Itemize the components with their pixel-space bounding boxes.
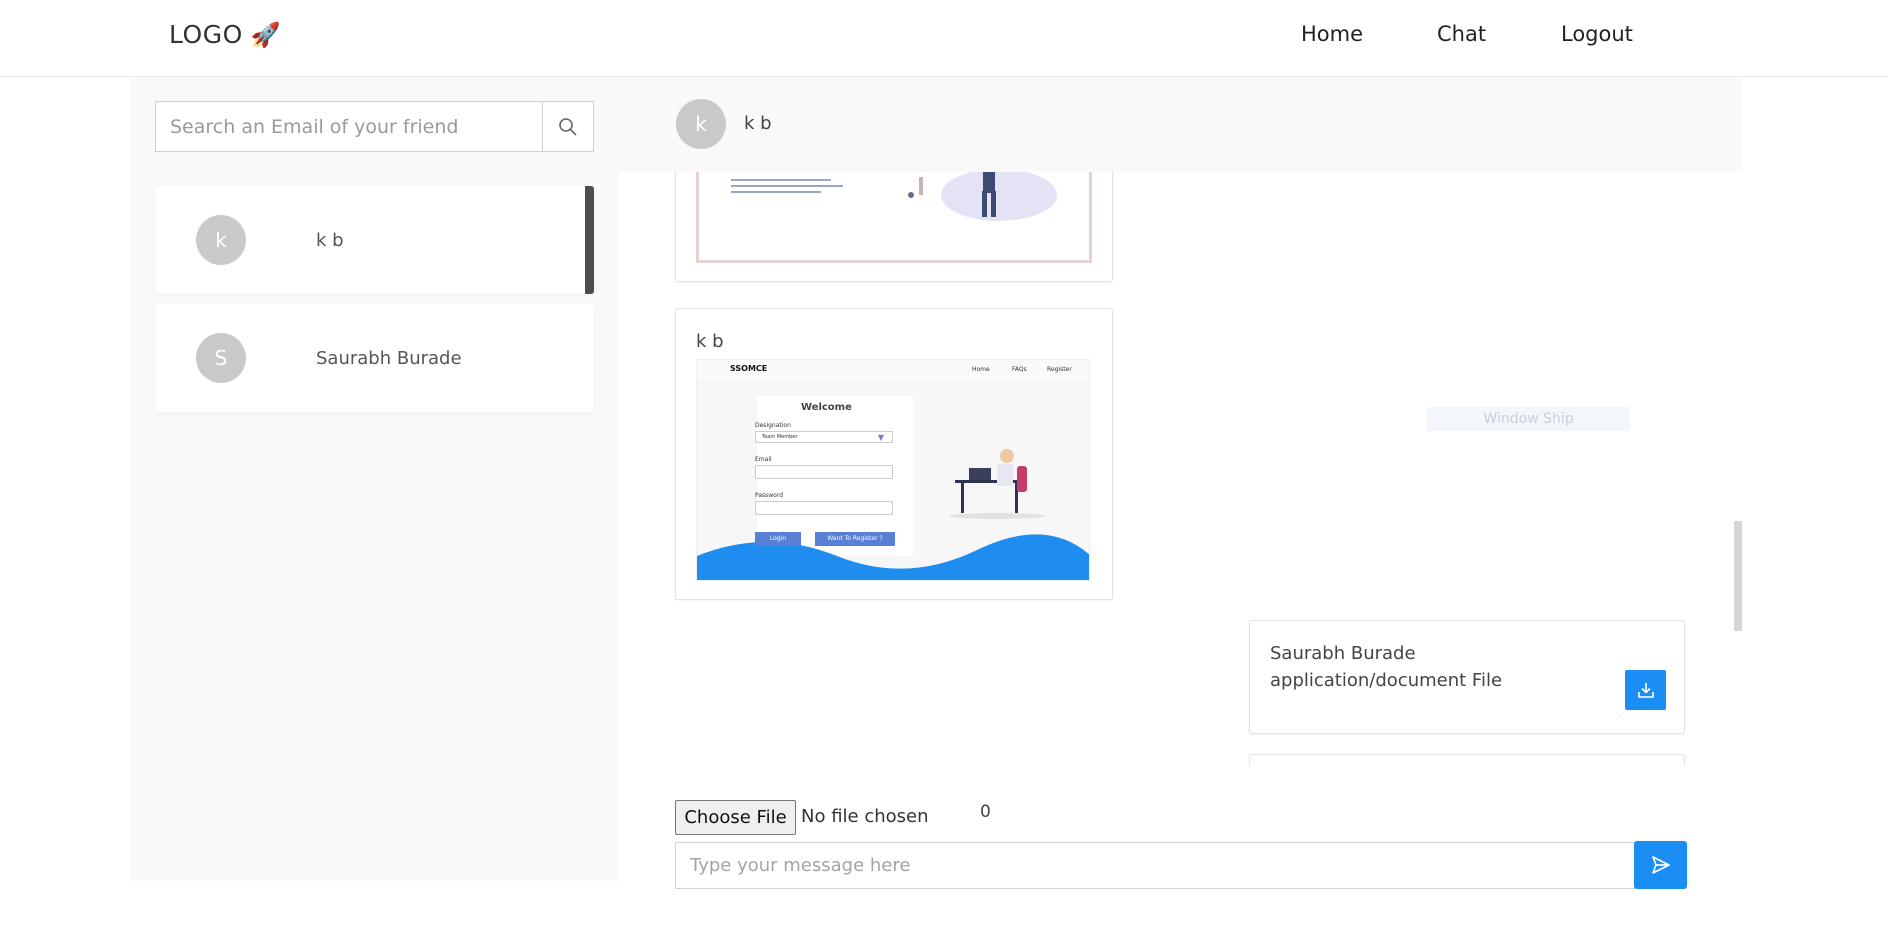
rocket-icon: 🚀 [250, 20, 282, 49]
top-navbar: LOGO 🚀 Home Chat Logout [0, 0, 1888, 77]
preview-register-button: Want To Register ? [815, 532, 895, 546]
logo[interactable]: LOGO 🚀 [169, 20, 281, 49]
contact-item-kb[interactable]: k k b [155, 186, 594, 294]
preview-password-field [755, 501, 893, 515]
file-sender: Saurabh Burade [1270, 643, 1416, 664]
search-input[interactable] [156, 102, 542, 151]
message-card [675, 172, 1113, 282]
preview-login-button: Login [755, 532, 801, 546]
chat-header-name: k b [744, 113, 772, 134]
avatar: S [196, 333, 246, 383]
nav-chat-link[interactable]: Chat [1437, 22, 1486, 46]
chat-header-avatar: k [676, 99, 726, 149]
chat-header: k k b [619, 77, 1742, 172]
messages-area[interactable]: k b SSOMCE Home FAQs Register Welcome De… [619, 172, 1742, 766]
file-type: application/document File [1270, 670, 1503, 691]
file-status: No file chosen [801, 806, 929, 827]
message-image[interactable]: SSOMCE Home FAQs Register Welcome Design… [696, 359, 1090, 581]
preview-designation-select: Team Member ▼ [755, 431, 893, 443]
download-button[interactable] [1625, 670, 1666, 710]
contact-item-saurabh-burade[interactable]: S Saurabh Burade [155, 304, 594, 412]
messages-scrollbar[interactable] [1734, 521, 1742, 631]
preview-welcome: Welcome [801, 402, 852, 413]
contacts-pane: k k b S Saurabh Burade [131, 77, 619, 881]
illustration-image [731, 172, 1057, 221]
message-input[interactable] [675, 842, 1637, 889]
preview-password-label: Password [755, 492, 784, 499]
watermark: Window Ship [1427, 407, 1630, 431]
preview-email-field [755, 465, 893, 479]
message-card: k b SSOMCE Home FAQs Register Welcome De… [675, 308, 1113, 600]
preview-designation-label: Designation [755, 422, 791, 429]
message-sender: k b [696, 331, 724, 352]
chat-container: k k b S Saurabh Burade k k b [131, 77, 1742, 889]
send-icon [1651, 856, 1670, 874]
nav-logout-link[interactable]: Logout [1561, 22, 1633, 46]
search-box [155, 101, 594, 152]
preview-nav-home: Home [972, 366, 990, 373]
active-indicator [585, 186, 594, 294]
message-counter: 0 [980, 802, 991, 822]
message-card [1249, 754, 1685, 766]
preview-nav-faqs: FAQs [1012, 366, 1027, 373]
message-image[interactable] [696, 172, 1092, 263]
chevron-down-icon: ▼ [877, 433, 884, 442]
contact-name: k b [316, 229, 344, 251]
preview-nav-register: Register [1047, 366, 1072, 373]
download-icon [1637, 683, 1654, 698]
search-button[interactable] [542, 102, 593, 151]
contact-name: Saurabh Burade [316, 347, 462, 369]
send-button[interactable] [1634, 841, 1687, 889]
preview-email-label: Email [755, 456, 772, 463]
search-icon [559, 117, 577, 136]
preview-brand: SSOMCE [730, 364, 768, 373]
choose-file-button[interactable]: Choose File [675, 800, 796, 835]
nav-home-link[interactable]: Home [1301, 22, 1363, 46]
message-composer: Choose File No file chosen 0 [619, 766, 1742, 889]
file-message-card: Saurabh Burade application/document File [1249, 620, 1685, 734]
logo-text: LOGO [169, 20, 243, 49]
preview-designation-value: Team Member [762, 434, 798, 440]
avatar: k [196, 215, 246, 265]
